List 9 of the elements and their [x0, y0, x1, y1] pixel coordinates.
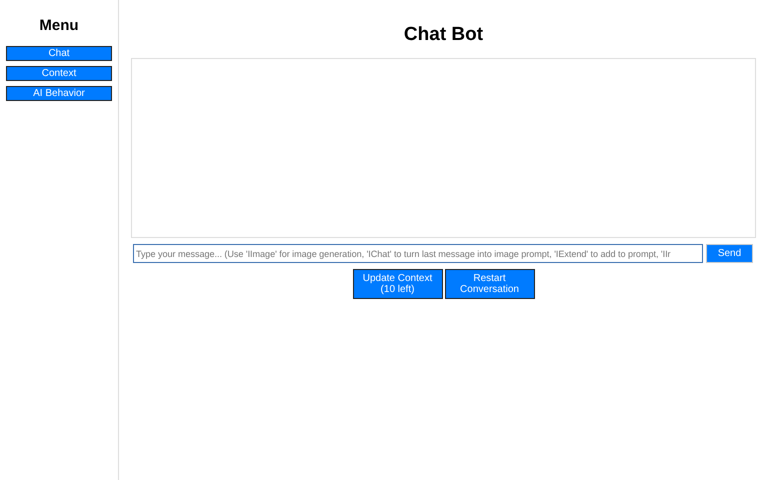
page-title: Chat Bot — [402, 24, 484, 46]
menu-button[interactable]: Chat — [6, 46, 112, 61]
message-input[interactable]: Type your message... (Use 'IImage' for image generation, 'IChat' to turn last message into image prompt, 'IExtend' to add to prompt, 'IIr — [133, 244, 703, 263]
update-context-button[interactable]: Update Context (10 left) — [352, 269, 442, 299]
restart-button[interactable]: Restart Conversation — [444, 269, 534, 299]
send-button[interactable]: Send — [706, 244, 753, 263]
menu-title: Menu — [38, 17, 80, 34]
menu-button[interactable]: Context — [6, 66, 112, 81]
menu-button[interactable]: AI Behavior — [6, 86, 112, 101]
